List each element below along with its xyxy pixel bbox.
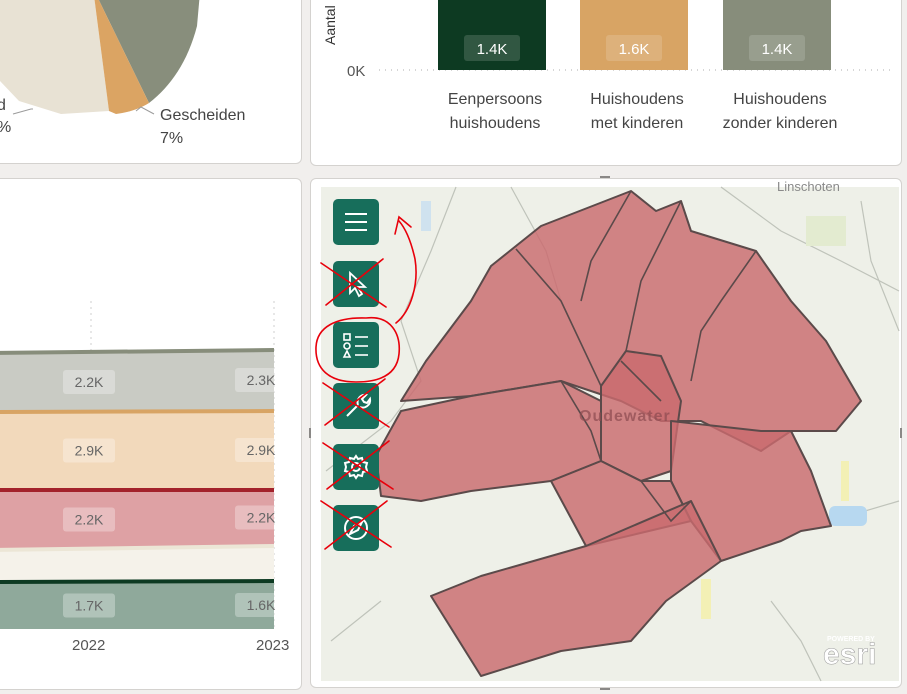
bar-category-label-1-1: met kinderen <box>591 115 684 132</box>
area-band-2[interactable] <box>0 490 274 549</box>
bar-category-label-0-0: Eenpersoons <box>448 91 542 108</box>
pie-chart-panel: Gescheiden 7% d % <box>0 0 302 164</box>
area-line-1[interactable] <box>0 409 275 414</box>
area-band-1[interactable] <box>0 411 274 489</box>
area-line-4[interactable] <box>0 579 275 584</box>
area-value-label-0-1: 2.3K <box>247 372 276 388</box>
pie-label-left: d <box>0 97 6 114</box>
map-attribution-esri-logo[interactable]: esri <box>823 638 877 672</box>
area-value-label-4-1: 1.6K <box>247 597 276 613</box>
bar-y-tick-0: 0K <box>347 63 365 80</box>
area-value-label-1-0: 2.9K <box>75 443 104 459</box>
pie-label-gescheiden: Gescheiden <box>160 107 245 124</box>
resize-handle-left[interactable] <box>309 428 311 438</box>
area-value-label-0-0: 2.2K <box>75 374 104 390</box>
tools-button[interactable] <box>333 383 379 429</box>
menu-button[interactable] <box>333 199 379 245</box>
resize-handle-bottom[interactable] <box>600 688 610 690</box>
area-value-label-4-0: 1.7K <box>75 598 104 614</box>
area-value-label-1-1: 2.9K <box>247 442 276 458</box>
bar-y-axis-label: Aantal <box>322 5 338 45</box>
pie-slice-cream[interactable] <box>0 0 109 114</box>
bar-value-label-0: 1.4K <box>477 41 508 58</box>
map-town-label: Linschoten <box>777 179 840 194</box>
area-x-label-2022: 2022 <box>72 637 105 654</box>
area-x-label-2023: 2023 <box>256 637 289 654</box>
map-visual[interactable]: Linschoten Oudewater POWERED BY esri <box>311 179 902 688</box>
hamburger-icon <box>345 213 367 231</box>
locate-button[interactable] <box>333 505 379 551</box>
pie-chart: Gescheiden 7% d % <box>0 0 245 147</box>
wrench-icon <box>346 393 372 417</box>
bar-value-label-1: 1.6K <box>619 41 650 58</box>
legend-button[interactable] <box>333 322 379 368</box>
settings-button[interactable] <box>333 444 379 490</box>
cursor-icon <box>349 270 368 298</box>
bar-category-label-2-0: Huishoudens <box>733 91 826 108</box>
pie-leader-line-left <box>12 108 33 115</box>
select-button[interactable] <box>333 261 379 307</box>
area-chart-panel: 2.2K 2.3K 2.9K 2.9K 2.2K 2.2K 1.7K 1.6K 2022 20… <box>0 178 302 690</box>
map-place-label: Oudewater <box>579 408 671 425</box>
area-value-label-2-0: 2.2K <box>75 512 104 528</box>
map-toolbar <box>333 199 381 559</box>
map-panel: Linschoten Oudewater POWERED BY esri <box>310 178 902 688</box>
pie-percent-gescheiden: 7% <box>160 130 183 147</box>
area-chart: 2.2K 2.3K 2.9K 2.9K 2.2K 2.2K 1.7K 1.6K 2022 20… <box>0 301 289 654</box>
compass-icon <box>344 516 368 540</box>
bar-category-label-1-0: Huishoudens <box>590 91 683 108</box>
bar-chart: Aantal 0K 1.4K Eenpersoons huishoudens 1.6K… <box>322 0 891 132</box>
bar-category-label-2-1: zonder kinderen <box>723 115 838 132</box>
bar-category-label-0-1: huishoudens <box>450 115 541 132</box>
pie-percent-left: % <box>0 119 11 136</box>
resize-handle-top[interactable] <box>600 176 610 178</box>
gear-icon <box>343 454 369 480</box>
area-band-0[interactable] <box>0 350 274 411</box>
bar-chart-panel: Aantal 0K 1.4K Eenpersoons huishoudens 1.6K… <box>310 0 902 166</box>
legend-list-icon <box>342 333 368 358</box>
area-value-label-2-1: 2.2K <box>247 510 276 526</box>
area-band-4[interactable] <box>0 581 274 629</box>
bar-value-label-2: 1.4K <box>762 41 793 58</box>
resize-handle-right[interactable] <box>900 428 902 438</box>
